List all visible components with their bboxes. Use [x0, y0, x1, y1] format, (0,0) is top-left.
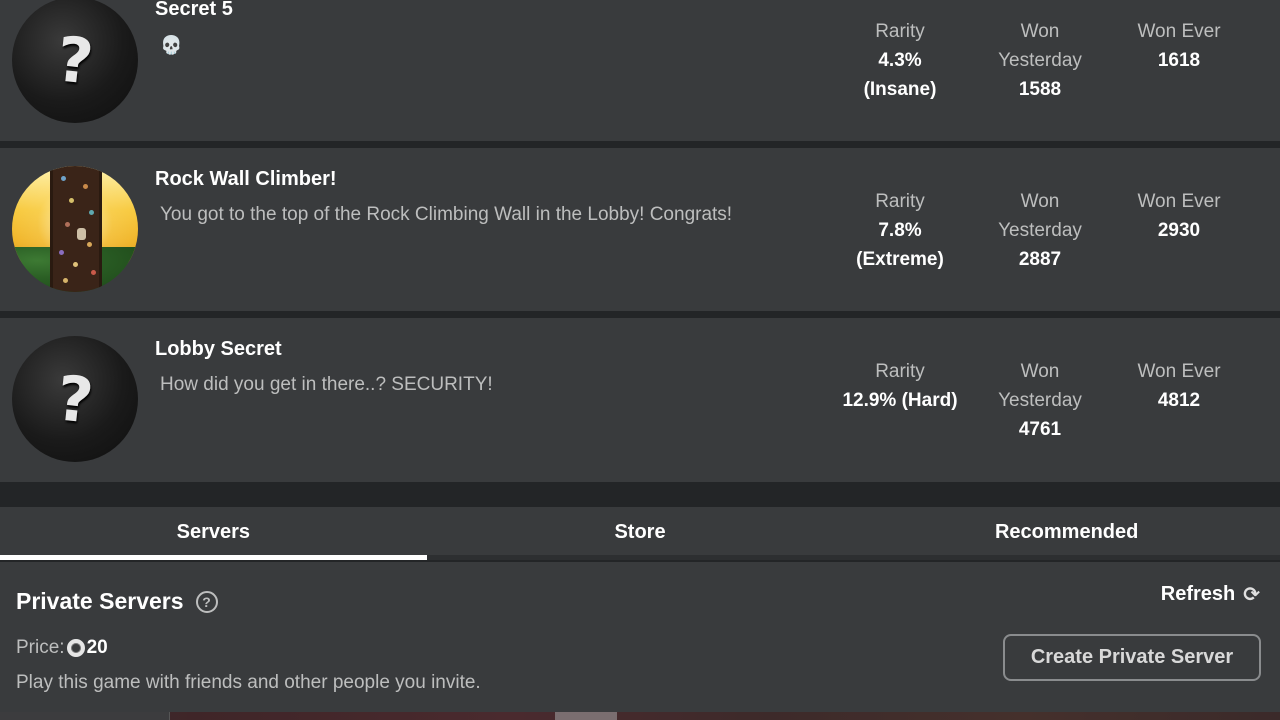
rarity-stat: Rarity 12.9% (Hard): [820, 357, 980, 415]
rarity-label: Rarity: [875, 361, 925, 382]
skull-icon: 💀: [160, 35, 183, 56]
won-ever-label: Won Ever: [1137, 21, 1221, 42]
rarity-value: 7.8%: [878, 220, 922, 241]
climbing-hold: [69, 198, 74, 203]
won-yesterday-label-2: Yesterday: [998, 50, 1082, 71]
climbing-wall: [50, 166, 102, 292]
won-yesterday-value: 4761: [1018, 419, 1062, 440]
badge-title[interactable]: Rock Wall Climber!: [155, 168, 337, 191]
won-yesterday-stat: Won Yesterday 4761: [975, 357, 1105, 444]
mystery-question-icon[interactable]: ?: [12, 336, 138, 462]
won-yesterday-label: Won: [1020, 361, 1060, 382]
won-yesterday-label-2: Yesterday: [998, 390, 1082, 411]
refresh-label: Refresh: [1160, 582, 1236, 605]
badge-description: How did you get in there..? SECURITY!: [160, 374, 493, 395]
mystery-question-icon[interactable]: ?: [12, 0, 138, 123]
badge-card: ? Lobby Secret How did you get in there.…: [0, 318, 1280, 482]
climbing-hold: [89, 210, 94, 215]
won-ever-stat: Won Ever 2930: [1110, 187, 1248, 245]
won-yesterday-value: 1588: [1018, 79, 1062, 100]
rarity-tier: (Extreme): [856, 249, 944, 270]
won-yesterday-label: Won: [1020, 191, 1060, 212]
price-value: 20: [86, 637, 108, 658]
price-row: Price: 20: [16, 637, 108, 659]
question-mark-glyph: ?: [53, 21, 97, 99]
climbing-hold: [63, 278, 68, 283]
won-yesterday-stat: Won Yesterday 2887: [975, 187, 1105, 274]
won-ever-value: 4812: [1157, 390, 1201, 411]
help-icon[interactable]: ?: [195, 590, 218, 613]
badge-card: ? Secret 5 💀 Rarity 4.3% (Insane) Won Ye…: [0, 0, 1280, 141]
won-ever-label: Won Ever: [1137, 361, 1221, 382]
climbing-hold: [91, 270, 96, 275]
price-label: Price:: [16, 637, 65, 658]
climbing-hold: [87, 242, 92, 247]
private-servers-title: Private Servers: [16, 588, 184, 614]
refresh-button[interactable]: Refresh ⟳: [1161, 582, 1260, 606]
won-ever-value: 2930: [1157, 220, 1201, 241]
climbing-hold: [59, 250, 64, 255]
rock-wall-badge-icon[interactable]: [12, 166, 138, 292]
rarity-label: Rarity: [875, 21, 925, 42]
climbing-hold: [73, 262, 78, 267]
tab-bar: Servers Store Recommended: [0, 507, 1280, 560]
climbing-hold: [65, 222, 70, 227]
bottom-server-list-edge: [0, 712, 1280, 720]
won-ever-value: 1618: [1157, 50, 1201, 71]
badge-card: Rock Wall Climber! You got to the top of…: [0, 148, 1280, 311]
tab-servers[interactable]: Servers: [0, 507, 427, 560]
won-ever-stat: Won Ever 4812: [1110, 357, 1248, 415]
create-private-server-button[interactable]: Create Private Server: [1003, 634, 1261, 681]
robux-icon: [66, 639, 85, 657]
private-servers-heading: Private Servers ?: [16, 588, 218, 615]
refresh-icon: ⟳: [1243, 582, 1260, 606]
game-page: ? Secret 5 💀 Rarity 4.3% (Insane) Won Ye…: [0, 0, 1280, 720]
won-ever-stat: Won Ever 1618: [1110, 17, 1248, 75]
question-mark-glyph: ?: [53, 360, 97, 438]
private-servers-description: Play this game with friends and other pe…: [16, 672, 481, 693]
rarity-stat: Rarity 7.8% (Extreme): [820, 187, 980, 274]
won-yesterday-label-2: Yesterday: [998, 220, 1082, 241]
rarity-tier: (Insane): [863, 79, 937, 100]
tab-recommended[interactable]: Recommended: [853, 507, 1280, 555]
rarity-value: 12.9% (Hard): [842, 390, 958, 411]
won-yesterday-label: Won: [1020, 21, 1060, 42]
climbing-hold: [61, 176, 66, 181]
bottom-strip-segment: [0, 712, 170, 720]
bottom-strip-segment: [555, 712, 617, 720]
won-yesterday-value: 2887: [1018, 249, 1062, 270]
climber-figure: [77, 228, 86, 240]
won-ever-label: Won Ever: [1137, 191, 1221, 212]
rarity-value: 4.3%: [878, 50, 922, 71]
badge-title[interactable]: Lobby Secret: [155, 338, 282, 361]
rarity-label: Rarity: [875, 191, 925, 212]
badge-description: You got to the top of the Rock Climbing …: [160, 204, 733, 225]
rarity-stat: Rarity 4.3% (Insane): [820, 17, 980, 104]
tab-store[interactable]: Store: [427, 507, 854, 555]
won-yesterday-stat: Won Yesterday 1588: [975, 17, 1105, 104]
badge-title[interactable]: Secret 5: [155, 0, 233, 21]
private-servers-panel: Private Servers ? Price: 20 Play this ga…: [0, 562, 1280, 712]
badge-description: 💀: [160, 30, 740, 61]
climbing-hold: [83, 184, 88, 189]
